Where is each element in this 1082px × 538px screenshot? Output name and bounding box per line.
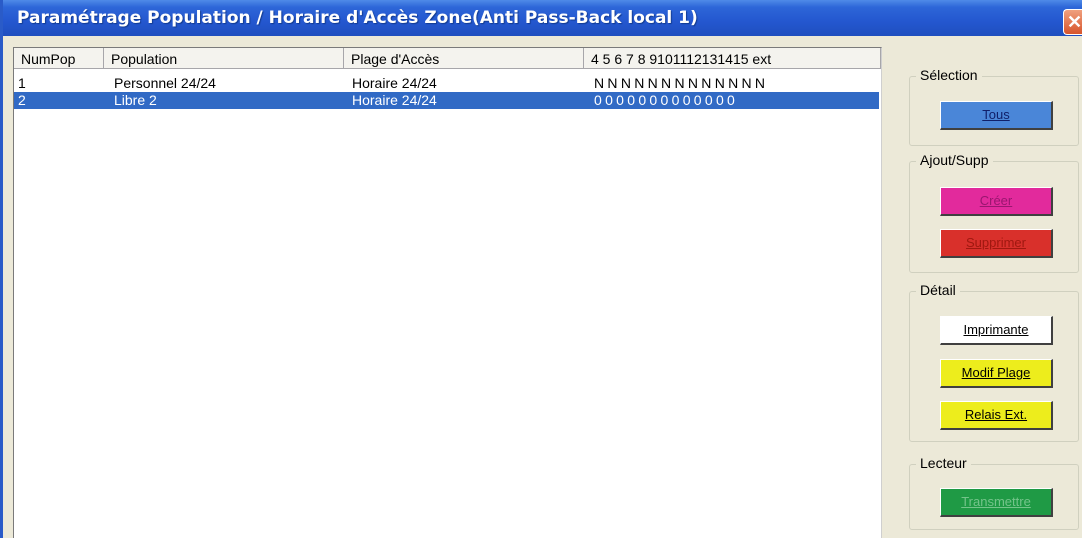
cell-numpop: 1 [18, 75, 26, 91]
window: Paramétrage Population / Horaire d'Accès… [0, 0, 1082, 538]
window-title: Paramétrage Population / Horaire d'Accès… [17, 8, 698, 28]
table-row[interactable]: 1 Personnel 24/24 Horaire 24/24 NNNNNNNN… [14, 75, 879, 92]
cell-numpop: 2 [18, 92, 26, 108]
column-header-codes[interactable]: 4 5 6 7 8 9101112131415 ext [584, 48, 881, 69]
creer-button[interactable]: Créer [940, 187, 1053, 216]
group-label-selection: Sélection [916, 67, 982, 83]
group-detail: Détail Imprimante Modif Plage Relais Ext… [909, 282, 1079, 442]
tous-button[interactable]: Tous [940, 101, 1053, 130]
modif-plage-button[interactable]: Modif Plage [940, 359, 1053, 388]
group-ajout-supp: Ajout/Supp Créer Supprimer [909, 152, 1079, 273]
close-icon: ✕ [1066, 12, 1082, 32]
cell-codes: NNNNNNNNNNNNN [594, 75, 769, 91]
population-list[interactable]: NumPop Population Plage d'Accès 4 5 6 7 … [13, 47, 882, 538]
close-button[interactable]: ✕ [1063, 9, 1082, 35]
cell-population: Personnel 24/24 [114, 75, 216, 91]
cell-plage-acces: Horaire 24/24 [352, 92, 437, 108]
title-bar[interactable]: Paramétrage Population / Horaire d'Accès… [3, 0, 1082, 36]
column-header-plage-acces[interactable]: Plage d'Accès [344, 48, 584, 69]
list-header: NumPop Population Plage d'Accès 4 5 6 7 … [14, 48, 881, 69]
group-selection: Sélection Tous [909, 67, 1079, 146]
group-label-detail: Détail [916, 282, 960, 298]
transmettre-button[interactable]: Transmettre [940, 488, 1053, 517]
supprimer-button[interactable]: Supprimer [940, 229, 1053, 258]
group-lecteur: Lecteur Transmettre [909, 455, 1079, 530]
group-label-ajout-supp: Ajout/Supp [916, 152, 993, 168]
column-header-population[interactable]: Population [104, 48, 344, 69]
group-label-lecteur: Lecteur [916, 455, 971, 471]
relais-ext-button[interactable]: Relais Ext. [940, 401, 1053, 430]
cell-plage-acces: Horaire 24/24 [352, 75, 437, 91]
table-row[interactable]: 2 Libre 2 Horaire 24/24 0000000000000 [14, 92, 879, 109]
column-header-numpop[interactable]: NumPop [14, 48, 104, 69]
imprimante-button[interactable]: Imprimante [940, 316, 1053, 345]
cell-population: Libre 2 [114, 92, 157, 108]
cell-codes: 0000000000000 [594, 92, 739, 108]
